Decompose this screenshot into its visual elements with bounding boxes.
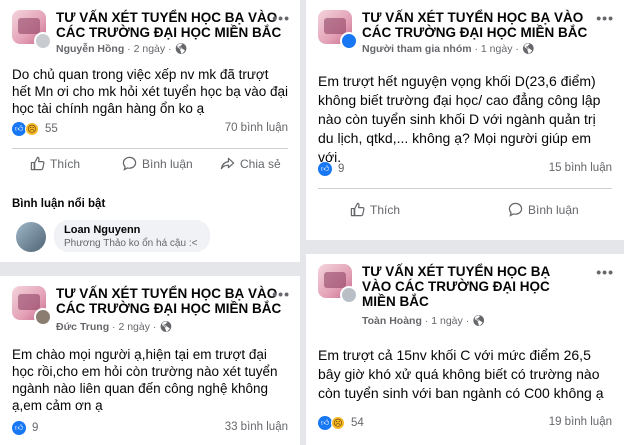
sad-reaction-icon: ☹︎	[331, 416, 345, 430]
comment-count[interactable]: 19 bình luận	[549, 416, 612, 428]
reactions-summary[interactable]: 👍︎ 9	[318, 162, 344, 176]
comment-bubble-icon	[122, 156, 137, 171]
reaction-count: 54	[351, 417, 364, 429]
group-title[interactable]: TƯ VẤN XÉT TUYỂN HỌC BẠ VÀO CÁC TRƯỜNG Đ…	[56, 10, 286, 40]
post-meta: Người tham gia nhóm · 1 ngày · 🌎︎	[362, 42, 535, 55]
reactions-summary[interactable]: 👍︎ ☹︎ 55	[12, 122, 58, 136]
post-actions: Thích Bình luận Chia sẻ	[12, 156, 288, 178]
comment-label: Bình luận	[142, 156, 193, 171]
group-avatar[interactable]	[318, 264, 358, 304]
post-time[interactable]: 1 ngày	[481, 43, 513, 55]
post-text: Em chào mọi người ạ,hiện tại em trượt đạ…	[12, 347, 278, 413]
like-reaction-icon: 👍︎	[318, 162, 332, 176]
share-button[interactable]: Chia sẻ	[220, 156, 281, 171]
reaction-count: 9	[338, 163, 345, 175]
more-dots-icon[interactable]: •••	[272, 286, 290, 302]
member-badge-icon	[340, 32, 358, 50]
post-text: Do chủ quan trong việc xếp nv mk đã trượ…	[12, 67, 289, 116]
group-avatar[interactable]	[318, 10, 358, 50]
post-stats: 👍︎ ☹︎ 55 70 bình luận	[12, 122, 288, 140]
reactions-summary[interactable]: 👍︎ ☹︎ 54	[318, 416, 364, 430]
group-avatar[interactable]	[12, 10, 52, 50]
commenter-avatar[interactable]	[16, 222, 46, 252]
post-header: TƯ VẤN XÉT TUYỂN HỌC BẠ VÀO CÁC TRƯỜNG Đ…	[12, 10, 290, 55]
like-reaction-icon: 👍︎	[318, 416, 332, 430]
comment-label: Bình luận	[528, 202, 579, 217]
like-thumb-icon	[30, 156, 45, 171]
stats-divider	[318, 188, 612, 189]
post-actions: Thích Bình luận	[318, 202, 612, 224]
post-text: Em trượt hết nguyện vọng khối D(23,6 điể…	[318, 73, 601, 165]
author-name[interactable]: Nguyễn Hồng	[56, 43, 124, 55]
reaction-count: 9	[32, 422, 39, 434]
post-card-1: TƯ VẤN XÉT TUYỂN HỌC BẠ VÀO CÁC TRƯỜNG Đ…	[0, 0, 300, 262]
group-title[interactable]: TƯ VẤN XÉT TUYỂN HỌC BẠ VÀO CÁC TRƯỜNG Đ…	[362, 264, 577, 309]
more-dots-icon[interactable]: •••	[272, 10, 290, 26]
reaction-count: 55	[45, 123, 58, 135]
comment-count[interactable]: 33 bình luận	[225, 421, 288, 433]
like-reaction-icon: 👍︎	[12, 421, 26, 435]
globe-icon: · 🌎︎	[515, 43, 536, 55]
stats-divider	[12, 148, 288, 149]
author-name[interactable]: Toàn Hoàng	[362, 315, 422, 327]
like-label: Thích	[370, 202, 401, 217]
commenter-name[interactable]: Loan Nguyenn	[64, 224, 200, 236]
sad-reaction-icon: ☹︎	[25, 122, 39, 136]
group-avatar[interactable]	[12, 286, 52, 326]
comment-count[interactable]: 70 bình luận	[225, 122, 288, 134]
group-title[interactable]: TƯ VẤN XÉT TUYỂN HỌC BẠ VÀO CÁC TRƯỜNG Đ…	[56, 286, 286, 316]
comment-bubble[interactable]: Loan Nguyenn Phương Thảo ko ổn há cậu :<	[54, 220, 210, 252]
user-avatar[interactable]	[340, 286, 358, 304]
share-arrow-icon	[220, 157, 235, 170]
like-button[interactable]: Thích	[30, 156, 80, 171]
post-meta: Đức Trung · 2 ngày · 🌎︎	[56, 320, 173, 333]
share-label: Chia sẻ	[240, 156, 281, 171]
post-stats: 👍︎ 9 15 bình luận	[318, 162, 612, 180]
post-header: TƯ VẤN XÉT TUYỂN HỌC BẠ VÀO CÁC TRƯỜNG Đ…	[12, 286, 290, 333]
user-avatar[interactable]	[34, 32, 52, 50]
user-avatar[interactable]	[34, 308, 52, 326]
comment-button[interactable]: Bình luận	[122, 156, 193, 171]
like-label: Thích	[50, 156, 81, 171]
post-meta: Nguyễn Hồng · 2 ngày · 🌎︎	[56, 42, 188, 55]
post-separator-right	[306, 240, 624, 254]
globe-icon: · 🌎︎	[465, 315, 486, 327]
post-card-2: TƯ VẤN XÉT TUYỂN HỌC BẠ VÀO CÁC TRƯỜNG Đ…	[306, 0, 624, 240]
comment-count[interactable]: 15 bình luận	[549, 162, 612, 174]
post-header: TƯ VẤN XÉT TUYỂN HỌC BẠ VÀO CÁC TRƯỜNG Đ…	[318, 264, 614, 327]
more-dots-icon[interactable]: •••	[596, 264, 614, 280]
group-title[interactable]: TƯ VẤN XÉT TUYỂN HỌC BẠ VÀO CÁC TRƯỜNG Đ…	[362, 10, 592, 40]
globe-icon: · 🌎︎	[168, 43, 188, 55]
post-time[interactable]: 2 ngày	[118, 321, 150, 333]
like-reaction-icon: 👍︎	[12, 122, 26, 136]
post-header: TƯ VẤN XÉT TUYỂN HỌC BẠ VÀO CÁC TRƯỜNG Đ…	[318, 10, 614, 55]
post-text: Em trượt cả 15nv khối C với mức điểm 26,…	[318, 347, 604, 401]
globe-icon: · 🌎︎	[152, 321, 173, 333]
post-separator-left	[0, 262, 300, 276]
post-card-3: TƯ VẤN XÉT TUYỂN HỌC BẠ VÀO CÁC TRƯỜNG Đ…	[0, 276, 300, 445]
post-stats: 👍︎ 9 33 bình luận	[12, 421, 288, 439]
post-meta: Toàn Hoàng · 1 ngày · 🌎︎	[362, 314, 485, 327]
post-card-4: TƯ VẤN XÉT TUYỂN HỌC BẠ VÀO CÁC TRƯỜNG Đ…	[306, 254, 624, 445]
comment-text: Phương Thảo ko ổn há cậu :<	[64, 238, 198, 249]
author-name[interactable]: Người tham gia nhóm	[362, 43, 472, 55]
author-name[interactable]: Đức Trung	[56, 321, 109, 333]
post-time[interactable]: 2 ngày	[134, 43, 166, 55]
comment-button[interactable]: Bình luận	[508, 202, 579, 217]
highlighted-comments-title: Bình luận nổi bật	[12, 198, 106, 210]
more-dots-icon[interactable]: •••	[596, 10, 614, 26]
comment-bubble-icon	[508, 202, 523, 217]
post-time[interactable]: 1 ngày	[431, 315, 463, 327]
reactions-summary[interactable]: 👍︎ 9	[12, 421, 38, 435]
like-button[interactable]: Thích	[350, 202, 400, 217]
like-thumb-icon	[350, 202, 365, 217]
post-stats: 👍︎ ☹︎ 54 19 bình luận	[318, 416, 612, 434]
